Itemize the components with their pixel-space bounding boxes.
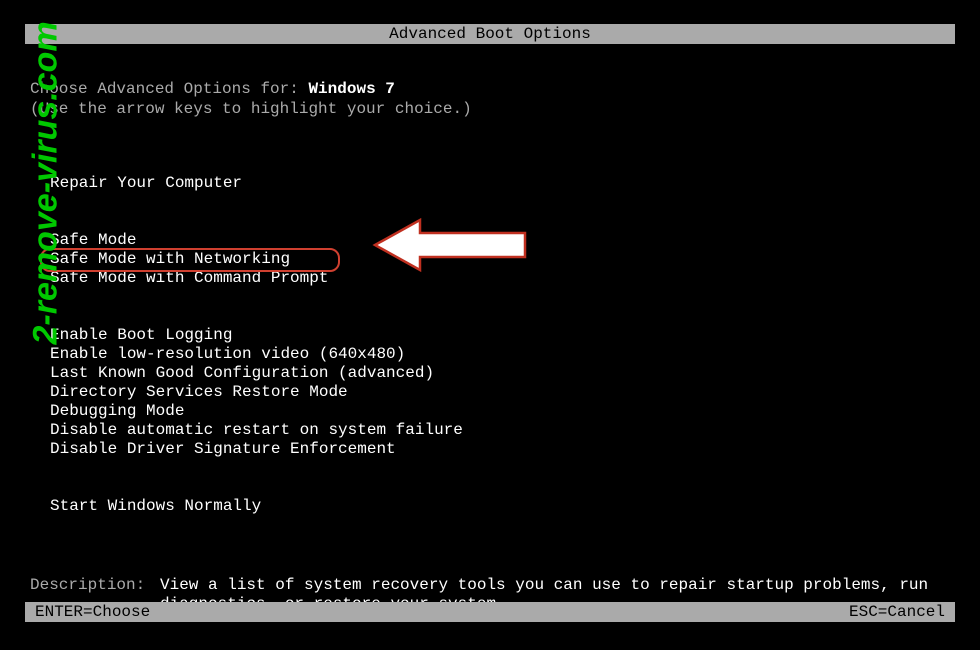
- footer-esc-hint: ESC=Cancel: [849, 602, 945, 622]
- menu-disable-auto-restart[interactable]: Disable automatic restart on system fail…: [30, 421, 950, 440]
- menu-low-res-video[interactable]: Enable low-resolution video (640x480): [30, 345, 950, 364]
- menu-last-known-good[interactable]: Last Known Good Configuration (advanced): [30, 364, 950, 383]
- arrow-keys-instruction: (Use the arrow keys to highlight your ch…: [30, 100, 950, 118]
- main-content: Choose Advanced Options for: Windows 7 (…: [30, 80, 950, 614]
- menu-debugging-mode[interactable]: Debugging Mode: [30, 402, 950, 421]
- menu-start-windows-normally[interactable]: Start Windows Normally: [30, 497, 950, 516]
- menu-boot-logging[interactable]: Enable Boot Logging: [30, 326, 950, 345]
- title-bar: Advanced Boot Options: [25, 24, 955, 44]
- boot-menu: Repair Your Computer Safe Mode Safe Mode…: [30, 174, 950, 516]
- os-name: Windows 7: [308, 80, 394, 98]
- menu-safe-mode[interactable]: Safe Mode: [30, 231, 950, 250]
- choose-label: Choose Advanced Options for:: [30, 80, 308, 98]
- screen-title: Advanced Boot Options: [389, 25, 591, 43]
- footer-enter-hint: ENTER=Choose: [35, 602, 150, 622]
- menu-repair-computer[interactable]: Repair Your Computer: [30, 174, 950, 193]
- menu-disable-driver-sig[interactable]: Disable Driver Signature Enforcement: [30, 440, 950, 459]
- menu-safe-mode-command-prompt[interactable]: Safe Mode with Command Prompt: [30, 269, 950, 288]
- choose-options-line: Choose Advanced Options for: Windows 7: [30, 80, 950, 98]
- menu-directory-services-restore[interactable]: Directory Services Restore Mode: [30, 383, 950, 402]
- menu-safe-mode-networking[interactable]: Safe Mode with Networking: [30, 250, 950, 269]
- footer-bar: ENTER=Choose ESC=Cancel: [25, 602, 955, 622]
